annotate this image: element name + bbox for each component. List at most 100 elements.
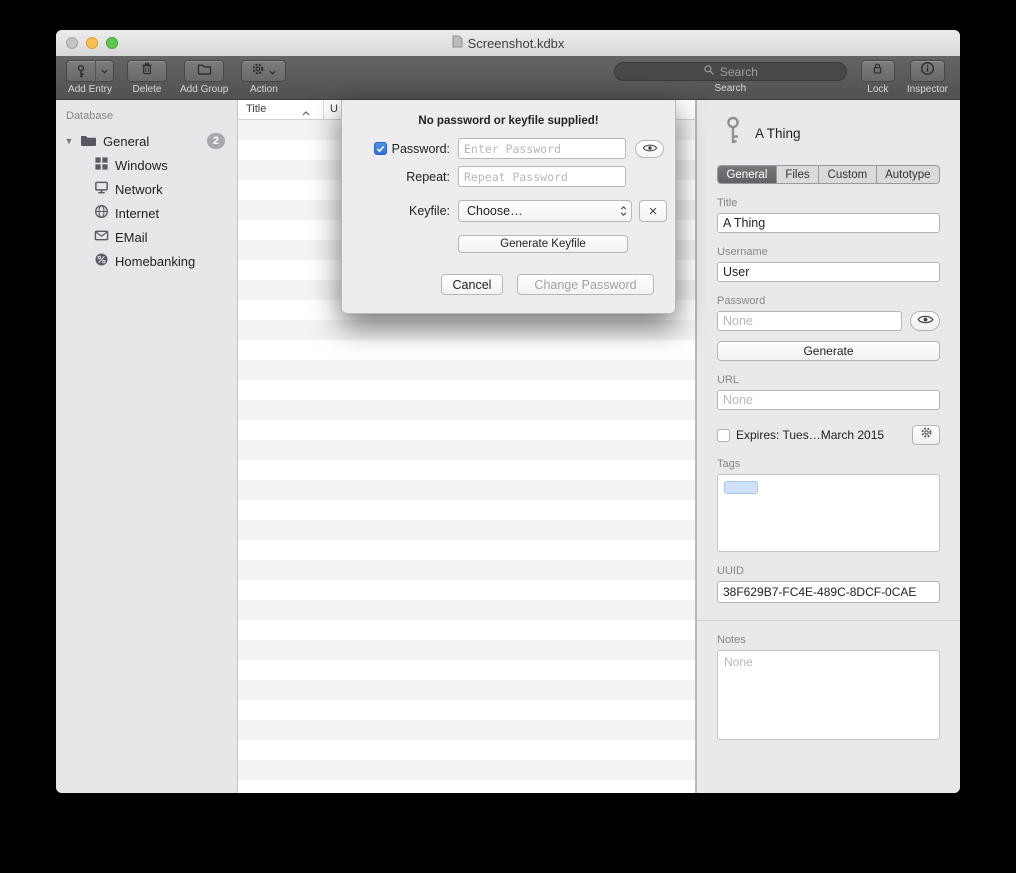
expires-settings-button[interactable]: [912, 425, 940, 445]
sidebar-item-label: Windows: [115, 158, 168, 173]
delete-button[interactable]: [127, 60, 167, 82]
minimize-button[interactable]: [86, 37, 98, 49]
sidebar-item-network[interactable]: Network: [56, 177, 237, 201]
repeat-row: Repeat:: [364, 166, 675, 187]
add-group-item: Add Group: [180, 60, 228, 95]
toolbar: Add Entry Delete Add Group: [56, 56, 960, 100]
sidebar-item-internet[interactable]: Internet: [56, 201, 237, 225]
sidebar-item-windows[interactable]: Windows: [56, 153, 237, 177]
action-button[interactable]: [241, 60, 286, 82]
sidebar-item-email[interactable]: EMail: [56, 225, 237, 249]
add-entry-dropdown[interactable]: [95, 61, 113, 81]
notes-field[interactable]: [717, 650, 940, 740]
keyfile-label: Keyfile:: [364, 204, 450, 218]
coin-icon: [94, 252, 109, 270]
sidebar-item-label: EMail: [115, 230, 148, 245]
close-button[interactable]: [66, 37, 78, 49]
password-row: [717, 311, 940, 331]
close-icon: ×: [649, 204, 658, 219]
disclosure-triangle-icon[interactable]: ▼: [64, 136, 74, 146]
lock-label: Lock: [867, 84, 888, 95]
tags-label: Tags: [717, 458, 940, 470]
search-input[interactable]: Search: [614, 62, 847, 81]
globe-icon: [94, 204, 109, 222]
sidebar-item-general[interactable]: ▼ General 2: [56, 129, 237, 153]
gear-icon: [920, 426, 933, 444]
tag-chip[interactable]: [724, 481, 758, 494]
entry-header: A Thing: [723, 116, 940, 151]
sidebar-item-label: General: [103, 134, 149, 149]
notes-label: Notes: [717, 634, 940, 646]
url-label: URL: [717, 374, 940, 386]
desktop: Screenshot.kdbx Add Entry: [0, 0, 1016, 873]
enter-password-input[interactable]: [458, 138, 626, 159]
inspector-item: Inspector: [907, 60, 948, 95]
network-icon: [94, 180, 109, 198]
sidebar-item-label: Internet: [115, 206, 159, 221]
expires-row: Expires: Tues…March 2015: [717, 425, 940, 445]
url-field[interactable]: [717, 390, 940, 410]
column-header-title[interactable]: Title: [246, 103, 266, 115]
lock-item: Lock: [861, 60, 895, 95]
envelope-icon: [94, 229, 109, 245]
lock-button[interactable]: [861, 60, 895, 82]
expires-checkbox[interactable]: [717, 429, 730, 442]
repeat-password-input[interactable]: [458, 166, 626, 187]
search-placeholder: Search: [720, 65, 758, 79]
tab-autotype[interactable]: Autotype: [877, 166, 939, 183]
lock-icon: [871, 61, 884, 81]
inspector-tabs: General Files Custom Autotype: [717, 165, 940, 184]
add-entry-item: Add Entry: [66, 60, 114, 95]
keyfile-popup-value: Choose…: [467, 204, 620, 218]
expires-label: Expires: Tues…March 2015: [736, 428, 906, 442]
change-password-button[interactable]: Change Password: [517, 274, 654, 295]
password-checkbox[interactable]: [374, 142, 387, 155]
search-icon: [703, 64, 715, 79]
reveal-password-button[interactable]: [635, 140, 664, 158]
popup-stepper-icon: [620, 206, 627, 216]
tab-custom[interactable]: Custom: [819, 166, 877, 183]
uuid-field[interactable]: [717, 581, 940, 603]
sidebar-item-homebanking[interactable]: Homebanking: [56, 249, 237, 273]
zoom-button[interactable]: [106, 37, 118, 49]
tags-field[interactable]: [717, 474, 940, 552]
add-group-label: Add Group: [180, 84, 228, 95]
tab-files[interactable]: Files: [777, 166, 819, 183]
username-field[interactable]: [717, 262, 940, 282]
entry-count-badge: 2: [207, 133, 225, 149]
generate-keyfile-button[interactable]: Generate Keyfile: [458, 235, 628, 253]
add-entry-label: Add Entry: [68, 84, 112, 95]
info-icon: [920, 61, 935, 81]
title-label: Title: [717, 197, 940, 209]
add-entry-button[interactable]: [66, 60, 114, 82]
repeat-label: Repeat:: [364, 170, 450, 184]
password-field[interactable]: [717, 311, 902, 331]
eye-icon: [917, 312, 934, 330]
search-item: Search Search: [614, 60, 847, 94]
search-caption: Search: [715, 83, 747, 94]
uuid-label: UUID: [717, 565, 940, 577]
password-row: Password:: [364, 138, 675, 159]
generate-password-button[interactable]: Generate: [717, 341, 940, 361]
toolbar-right: Search Search Lock: [614, 60, 948, 95]
keyfile-popup[interactable]: Choose…: [458, 200, 632, 222]
reveal-password-button[interactable]: [910, 311, 940, 331]
sort-ascending-icon: [302, 107, 310, 119]
action-label: Action: [250, 84, 278, 95]
action-item: Action: [241, 60, 286, 95]
key-icon: [723, 116, 743, 151]
dialog-message: No password or keyfile supplied!: [342, 100, 675, 138]
password-label: Password: [717, 295, 940, 307]
change-password-dialog: No password or keyfile supplied! Passwor…: [341, 100, 676, 314]
delete-label: Delete: [133, 84, 162, 95]
inspector-button[interactable]: [910, 60, 945, 82]
cancel-button[interactable]: Cancel: [441, 274, 503, 295]
titlebar[interactable]: Screenshot.kdbx: [56, 30, 960, 56]
tab-general[interactable]: General: [718, 166, 777, 183]
inspector-panel: A Thing General Files Custom Autotype Ti…: [696, 100, 960, 793]
add-group-button[interactable]: [184, 60, 224, 82]
title-field[interactable]: [717, 213, 940, 233]
clear-keyfile-button[interactable]: ×: [639, 200, 667, 222]
column-divider[interactable]: [323, 100, 324, 119]
column-header-username[interactable]: U: [330, 103, 338, 115]
